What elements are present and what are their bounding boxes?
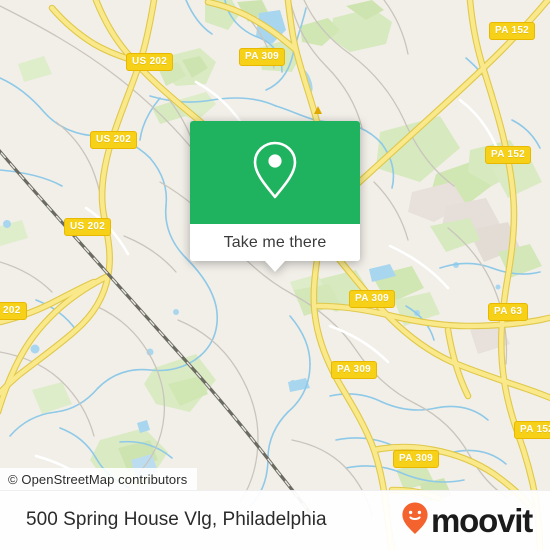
attribution-text: © OpenStreetMap contributors <box>8 471 188 487</box>
shield-pa-309-a: PA 309 <box>239 48 286 66</box>
shield-us-202-c: US 202 <box>64 218 112 236</box>
osm-attribution[interactable]: © OpenStreetMap contributors <box>0 468 198 490</box>
footer-bar: 500 Spring House Vlg, Philadelphia moovi… <box>0 490 550 550</box>
moovit-smiley-pin-icon <box>401 501 429 540</box>
map-screenshot: US 202 PA 309 PA 152 US 202 PA 152 US 202 202 P… <box>0 0 550 550</box>
moovit-wordmark: moovit <box>431 501 533 539</box>
shield-pa-152-c: PA 152 <box>514 421 550 439</box>
popup-body: Take me there <box>190 121 360 261</box>
map-popup-card[interactable]: Take me there <box>190 121 360 272</box>
shield-pa-63: PA 63 <box>488 303 529 321</box>
popup-tail-triangle <box>265 261 285 272</box>
shield-pa-152-b: PA 152 <box>485 146 532 164</box>
shield-pa-309-c: PA 309 <box>331 361 378 379</box>
shield-202-d: 202 <box>0 302 27 320</box>
popup-hero <box>190 121 360 224</box>
footer-divider <box>0 490 550 491</box>
moovit-brand[interactable]: moovit <box>401 501 533 540</box>
shield-pa-309-d: PA 309 <box>393 450 440 468</box>
shield-pa-152-a: PA 152 <box>489 22 536 40</box>
location-pin-icon <box>248 139 302 206</box>
shield-us-202-a: US 202 <box>126 53 174 71</box>
shield-us-202-b: US 202 <box>90 131 138 149</box>
take-me-there-label: Take me there <box>223 233 327 251</box>
shield-pa-309-b: PA 309 <box>349 290 396 308</box>
popup-action-bar[interactable]: Take me there <box>190 224 360 261</box>
location-title: 500 Spring House Vlg, Philadelphia <box>26 509 327 530</box>
